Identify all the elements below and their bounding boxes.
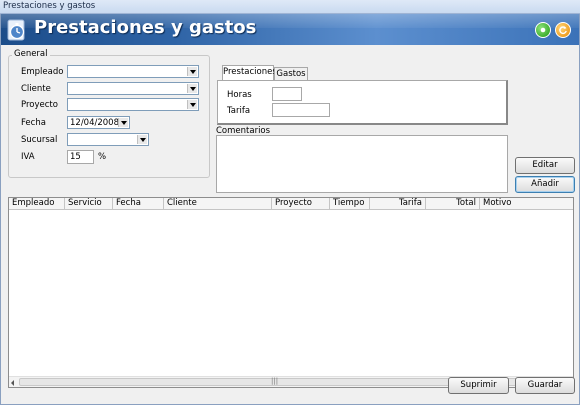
- page-title: Prestaciones y gastos: [34, 17, 257, 38]
- cliente-combobox[interactable]: [67, 82, 199, 95]
- column-header-proyecto[interactable]: Proyecto: [272, 198, 330, 210]
- horas-label: Horas: [227, 90, 252, 100]
- chevron-down-icon[interactable]: [187, 67, 197, 76]
- column-header-servicio[interactable]: Servicio: [65, 198, 113, 210]
- record-icon: [540, 27, 546, 33]
- guardar-button[interactable]: Guardar: [515, 377, 575, 394]
- header-banner: Prestaciones y gastos: [1, 14, 579, 45]
- horas-input[interactable]: [272, 87, 302, 101]
- fecha-label: Fecha: [21, 118, 46, 128]
- chevron-down-icon[interactable]: [187, 100, 197, 109]
- scroll-left-icon[interactable]: [11, 380, 14, 386]
- chevron-down-icon[interactable]: [137, 135, 147, 144]
- fecha-datepicker[interactable]: 12/04/2008: [67, 116, 130, 129]
- scrollbar-grip-icon: |||: [271, 377, 279, 385]
- window-titlebar: Prestaciones y gastos: [0, 0, 580, 14]
- fecha-value: 12/04/2008: [70, 118, 119, 128]
- general-legend: General: [12, 49, 50, 59]
- main-window: Prestaciones y gastos General Empleado C…: [0, 14, 580, 405]
- sucursal-combobox[interactable]: [67, 133, 149, 146]
- stopwatch-document-icon: [7, 19, 25, 41]
- column-header-motivo[interactable]: Motivo: [480, 198, 573, 210]
- column-header-cliente[interactable]: Cliente: [164, 198, 272, 210]
- sucursal-label: Sucursal: [21, 135, 58, 145]
- chevron-down-icon[interactable]: [118, 118, 128, 127]
- refresh-icon: [559, 26, 567, 35]
- tab-gastos[interactable]: Gastos: [274, 67, 308, 81]
- suprimir-button[interactable]: Suprimir: [448, 377, 509, 394]
- empleado-label: Empleado: [21, 67, 64, 77]
- window-title: Prestaciones y gastos: [3, 1, 96, 11]
- column-header-tarifa[interactable]: Tarifa: [370, 198, 426, 210]
- iva-input[interactable]: 15: [67, 150, 94, 164]
- anadir-button[interactable]: Añadir: [515, 176, 575, 193]
- iva-label: IVA: [21, 152, 35, 162]
- go-button[interactable]: [535, 22, 551, 38]
- prestaciones-panel: [217, 80, 508, 125]
- empleado-combobox[interactable]: [67, 65, 199, 78]
- cliente-label: Cliente: [21, 84, 51, 94]
- proyecto-label: Proyecto: [21, 100, 58, 110]
- column-header-empleado[interactable]: Empleado: [9, 198, 65, 210]
- proyecto-combobox[interactable]: [67, 98, 199, 111]
- iva-value: 15: [70, 152, 81, 162]
- tarifa-label: Tarifa: [227, 106, 251, 116]
- column-header-fecha[interactable]: Fecha: [113, 198, 164, 210]
- refresh-button[interactable]: [555, 22, 571, 38]
- comentarios-textarea[interactable]: [216, 135, 508, 193]
- column-header-total[interactable]: Total: [426, 198, 480, 210]
- table-header: Empleado Servicio Fecha Cliente Proyecto…: [9, 198, 573, 210]
- iva-unit: %: [98, 152, 107, 162]
- tab-prestaciones[interactable]: Prestaciones: [222, 65, 277, 81]
- tarifa-input[interactable]: [272, 103, 330, 117]
- editar-button[interactable]: Editar: [515, 157, 575, 174]
- records-table[interactable]: Empleado Servicio Fecha Cliente Proyecto…: [8, 197, 574, 388]
- chevron-down-icon[interactable]: [187, 84, 197, 93]
- column-header-tiempo[interactable]: Tiempo: [330, 198, 370, 210]
